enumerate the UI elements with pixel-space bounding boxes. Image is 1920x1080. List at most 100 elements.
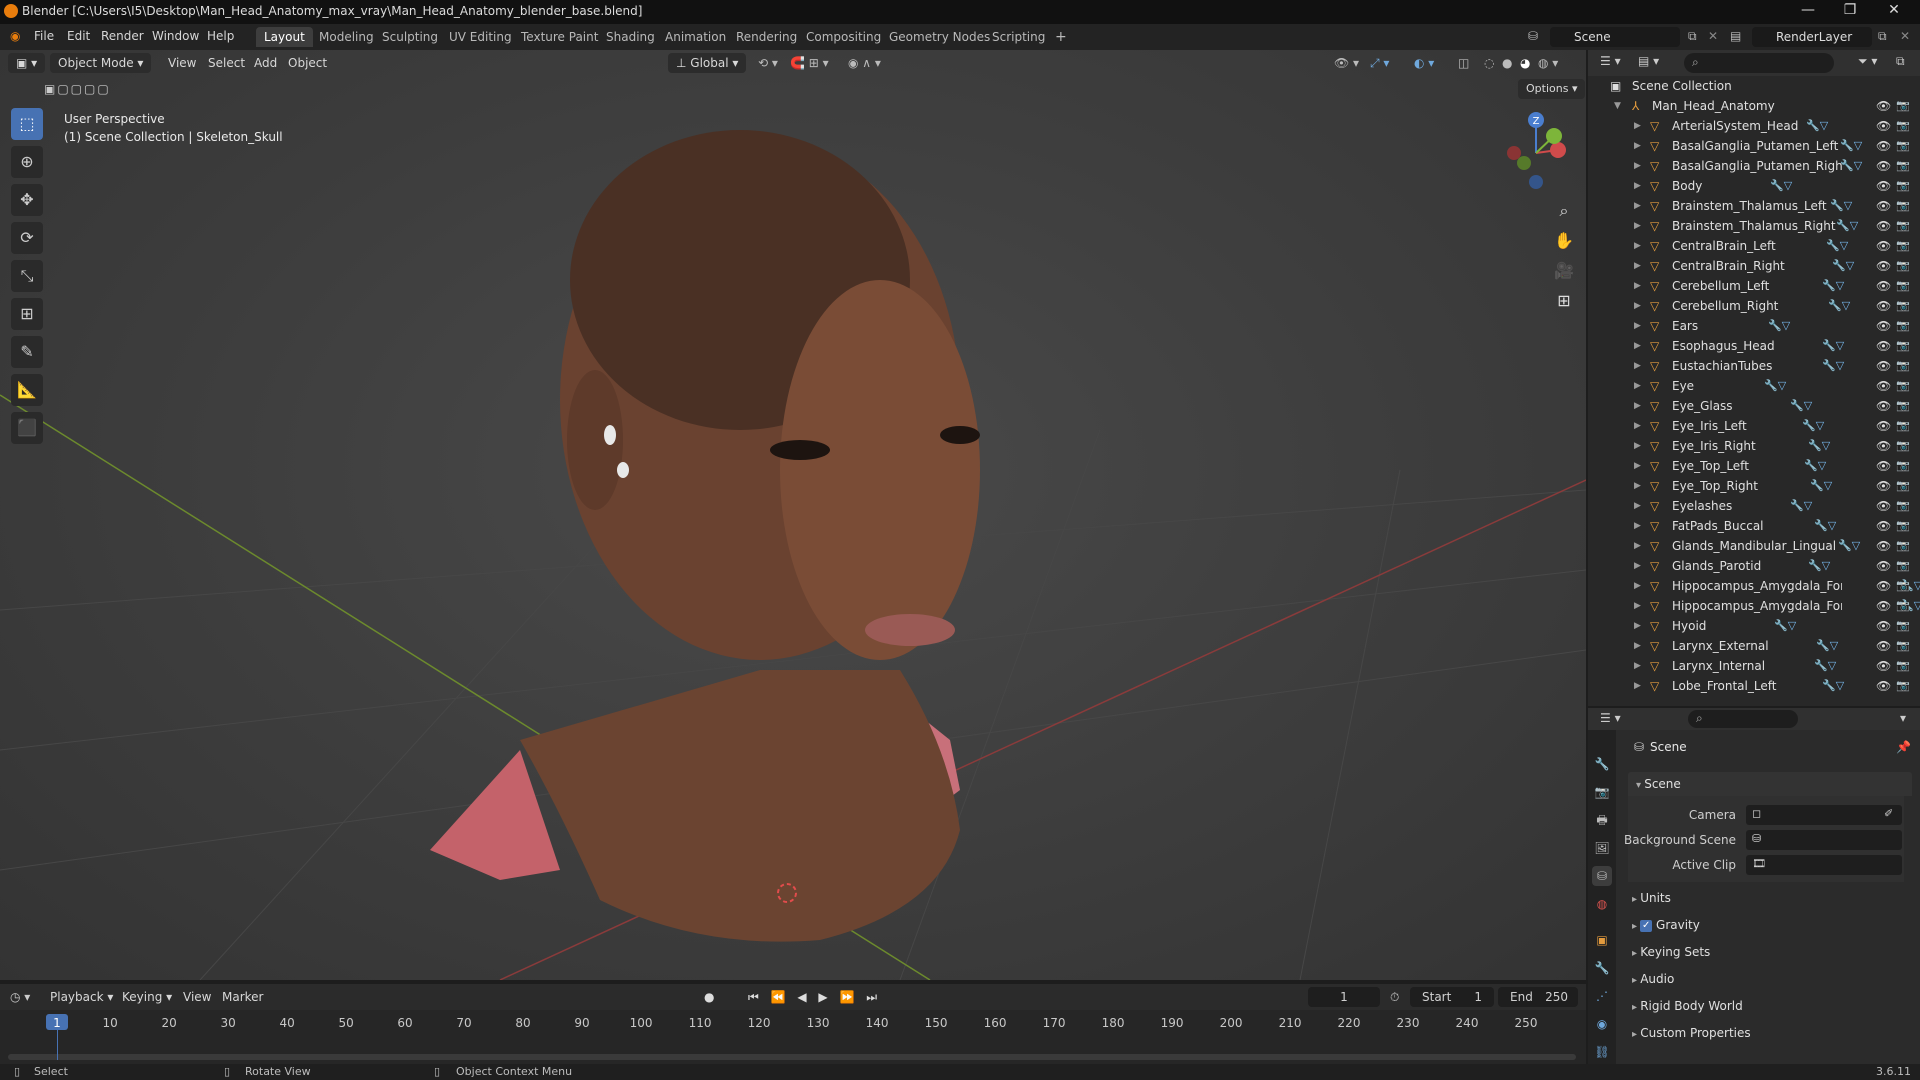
gizmo-y-axis[interactable] (1546, 128, 1562, 144)
expand-arrow-icon[interactable]: ▶ (1634, 596, 1641, 616)
object-tab-icon[interactable]: ▣ (1592, 930, 1612, 950)
gizmo-toggle-icon[interactable]: ⤢ ▾ (1370, 53, 1389, 73)
transform-orientation-dropdown[interactable]: ⊥ Global ▾ (668, 53, 747, 73)
modifier-mesh-data-icon[interactable]: 🔧▽ (1822, 356, 1844, 376)
outliner-collection-row[interactable]: ▼ ⅄ Man_Head_Anatomy 👁 📷 (1588, 96, 1920, 116)
outliner-item[interactable]: ▶ ▽ CentralBrain_Right 🔧▽ 👁 📷 (1588, 256, 1920, 276)
new-renderlayer-icon[interactable]: ⧉ (1878, 29, 1887, 44)
gizmo-neg-y-axis[interactable] (1517, 156, 1531, 170)
expand-arrow-icon[interactable]: ▶ (1634, 396, 1641, 416)
visibility-eye-icon[interactable]: 👁 (1876, 456, 1891, 476)
modifier-mesh-data-icon[interactable]: 🔧▽ (1838, 536, 1860, 556)
new-scene-icon[interactable]: ⧉ (1688, 29, 1697, 44)
properties-editor-type-icon[interactable]: ☰ ▾ (1600, 711, 1621, 725)
shading-solid-icon[interactable]: ● (1502, 53, 1512, 73)
menu-render[interactable]: Render (101, 29, 144, 43)
scale-tool-icon[interactable]: ⤡ (11, 260, 43, 292)
visibility-icon[interactable]: 👁 ▾ (1334, 53, 1359, 73)
audio-section-header[interactable]: ▸ Audio (1632, 967, 1902, 991)
background-scene-field[interactable]: ⛁ (1746, 830, 1902, 850)
render-camera-icon[interactable]: 📷 (1896, 556, 1910, 576)
minimize-button[interactable]: — (1788, 2, 1828, 22)
outliner-item[interactable]: ▶ ▽ Hyoid 🔧▽ 👁 📷 (1588, 616, 1920, 636)
delete-renderlayer-icon[interactable]: ✕ (1900, 29, 1910, 43)
outliner-item[interactable]: ▶ ▽ Eye_Glass 🔧▽ 👁 📷 (1588, 396, 1920, 416)
render-camera-icon[interactable]: 📷 (1896, 316, 1910, 336)
annotate-tool-icon[interactable]: ✎ (11, 336, 43, 368)
scene-tab-icon[interactable]: ⛁ (1592, 866, 1612, 886)
outliner-item[interactable]: ▶ ▽ Eye_Iris_Right 🔧▽ 👁 📷 (1588, 436, 1920, 456)
constraints-tab-icon[interactable]: ⛓ (1592, 1042, 1612, 1062)
visibility-eye-icon[interactable]: 👁 (1876, 116, 1891, 136)
expand-arrow-icon[interactable]: ▶ (1634, 176, 1641, 196)
expand-arrow-icon[interactable]: ▶ (1634, 496, 1641, 516)
physics-tab-icon[interactable]: ◉ (1592, 1014, 1612, 1034)
render-camera-icon[interactable]: 📷 (1896, 276, 1910, 296)
visibility-eye-icon[interactable]: 👁 (1876, 676, 1891, 696)
expand-arrow-icon[interactable]: ▶ (1634, 376, 1641, 396)
3d-viewport[interactable] (0, 50, 1586, 980)
visibility-eye-icon[interactable]: 👁 (1876, 376, 1891, 396)
add-cube-tool-icon[interactable]: ⬛ (11, 412, 43, 444)
zoom-icon[interactable]: ⌕ (1552, 196, 1576, 226)
timeline-scrollbar[interactable] (8, 1054, 1576, 1060)
expand-arrow-icon[interactable]: ▶ (1634, 416, 1641, 436)
outliner-item[interactable]: ▶ ▽ EustachianTubes 🔧▽ 👁 📷 (1588, 356, 1920, 376)
renderlayer-field[interactable]: RenderLayer (1752, 27, 1872, 47)
expand-arrow-icon[interactable]: ▶ (1634, 556, 1641, 576)
gravity-section-header[interactable]: ▸ ✓ Gravity (1632, 913, 1902, 937)
visibility-eye-icon[interactable]: 👁 (1876, 276, 1891, 296)
visibility-eye-icon[interactable]: 👁 (1876, 556, 1891, 576)
outliner-item[interactable]: ▶ ▽ BasalGanglia_Putamen_Right 🔧▽ 👁 📷 (1588, 156, 1920, 176)
current-frame-field[interactable]: 1 (1308, 987, 1380, 1007)
outliner-item[interactable]: ▶ ▽ CentralBrain_Left 🔧▽ 👁 📷 (1588, 236, 1920, 256)
scene-field[interactable]: Scene (1550, 27, 1680, 47)
expand-arrow-icon[interactable]: ▶ (1634, 116, 1641, 136)
visibility-eye-icon[interactable]: 👁 (1876, 576, 1891, 596)
snap-icon[interactable]: 🧲 ⊞ ▾ (790, 53, 829, 73)
modifier-mesh-data-icon[interactable]: 🔧▽ (1768, 316, 1790, 336)
render-camera-icon[interactable]: 📷 (1896, 636, 1910, 656)
menu-edit[interactable]: Edit (67, 29, 90, 43)
render-camera-icon[interactable]: 📷 (1896, 396, 1910, 416)
modifier-mesh-data-icon[interactable]: 🔧▽ (1790, 496, 1812, 516)
select-box-tool-icon[interactable]: ⬚ (11, 108, 43, 140)
shading-wireframe-icon[interactable]: ◌ (1484, 53, 1494, 73)
render-camera-icon[interactable]: 📷 (1896, 416, 1910, 436)
outliner-item[interactable]: ▶ ▽ BasalGanglia_Putamen_Left 🔧▽ 👁 📷 (1588, 136, 1920, 156)
expand-arrow-icon[interactable]: ▶ (1634, 156, 1641, 176)
expand-arrow-icon[interactable]: ▶ (1634, 436, 1641, 456)
menu-file[interactable]: File (34, 29, 54, 43)
viewport-menu-view[interactable]: View (168, 53, 196, 73)
output-tab-icon[interactable]: 🖶 (1592, 810, 1612, 830)
world-tab-icon[interactable]: ◍ (1592, 894, 1612, 914)
add-workspace-button[interactable]: + (1047, 27, 1075, 47)
expand-arrow-icon[interactable]: ▶ (1634, 456, 1641, 476)
modifier-mesh-data-icon[interactable]: 🔧▽ (1808, 556, 1830, 576)
render-camera-icon[interactable]: 📷 (1896, 536, 1910, 556)
render-camera-icon[interactable]: 📷 (1896, 656, 1910, 676)
viewport-menu-select[interactable]: Select (208, 53, 245, 73)
outliner-item[interactable]: ▶ ▽ Glands_Parotid 🔧▽ 👁 📷 (1588, 556, 1920, 576)
outliner-item[interactable]: ▶ ▽ Cerebellum_Left 🔧▽ 👁 📷 (1588, 276, 1920, 296)
expand-arrow-icon[interactable]: ▶ (1634, 236, 1641, 256)
xray-toggle-icon[interactable]: ◫ (1458, 53, 1469, 73)
expand-arrow-icon[interactable]: ▶ (1634, 356, 1641, 376)
camera-field[interactable]: ◻ ✐ (1746, 805, 1902, 825)
expand-arrow-icon[interactable]: ▶ (1634, 276, 1641, 296)
render-camera-icon[interactable]: 📷 (1896, 196, 1910, 216)
delete-scene-icon[interactable]: ✕ (1708, 29, 1718, 43)
pan-hand-icon[interactable]: ✋ (1552, 226, 1576, 256)
shading-rendered-icon[interactable]: ◍ ▾ (1538, 53, 1558, 73)
tool-tab-icon[interactable]: 🔧 (1592, 754, 1612, 774)
render-camera-icon[interactable]: 📷 (1896, 96, 1910, 116)
expand-arrow-icon[interactable]: ▶ (1634, 296, 1641, 316)
close-button[interactable]: ✕ (1874, 2, 1914, 22)
outliner-item[interactable]: ▶ ▽ ArterialSystem_Head 🔧▽ 👁 📷 (1588, 116, 1920, 136)
outliner-item[interactable]: ▶ ▽ Lobe_Frontal_Left 🔧▽ 👁 📷 (1588, 676, 1920, 696)
visibility-eye-icon[interactable]: 👁 (1876, 156, 1891, 176)
modifier-mesh-data-icon[interactable]: 🔧▽ (1810, 476, 1832, 496)
modifier-mesh-data-icon[interactable]: 🔧▽ (1826, 236, 1848, 256)
render-camera-icon[interactable]: 📷 (1896, 436, 1910, 456)
render-camera-icon[interactable]: 📷 (1896, 216, 1910, 236)
